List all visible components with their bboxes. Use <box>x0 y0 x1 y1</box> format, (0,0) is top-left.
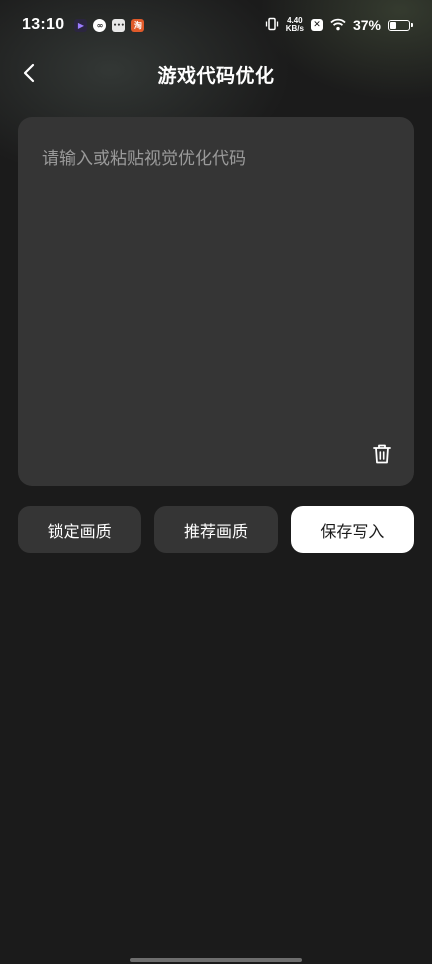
vibrate-icon <box>265 16 279 35</box>
status-time: 13:10 <box>22 16 65 33</box>
code-input[interactable] <box>18 117 414 486</box>
back-button[interactable] <box>14 58 44 88</box>
trash-icon <box>373 444 391 464</box>
recommend-quality-button[interactable]: 推荐画质 <box>154 506 278 553</box>
page-title: 游戏代码优化 <box>157 64 275 87</box>
home-indicator[interactable] <box>130 958 302 962</box>
video-app-icon: ▶ <box>74 18 88 32</box>
status-bar: 13:10 ▶ ∞ ••• 淘 4.40 KB/s ✕ 37% <box>0 0 432 50</box>
x-badge-icon: ✕ <box>310 19 323 31</box>
status-right: 4.40 KB/s ✕ 37% <box>265 16 413 35</box>
chat-app-icon: ••• <box>112 18 126 32</box>
header: 游戏代码优化 <box>0 50 432 98</box>
code-input-panel <box>18 117 414 486</box>
action-buttons: 锁定画质 推荐画质 保存写入 <box>18 506 414 553</box>
status-left: 13:10 ▶ ∞ ••• 淘 <box>22 16 145 34</box>
wifi-icon <box>330 16 346 35</box>
lock-quality-button[interactable]: 锁定画质 <box>18 506 142 553</box>
battery-icon <box>388 19 413 31</box>
network-speed: 4.40 KB/s <box>286 17 304 33</box>
battery-percent: 37% <box>352 17 381 33</box>
link-app-icon: ∞ <box>93 18 107 32</box>
save-write-button[interactable]: 保存写入 <box>290 506 414 553</box>
network-speed-unit: KB/s <box>285 24 304 33</box>
clear-button[interactable] <box>368 440 396 468</box>
shopping-app-icon: 淘 <box>131 18 145 32</box>
battery-level-fill <box>390 21 396 29</box>
chevron-left-icon <box>23 63 35 83</box>
